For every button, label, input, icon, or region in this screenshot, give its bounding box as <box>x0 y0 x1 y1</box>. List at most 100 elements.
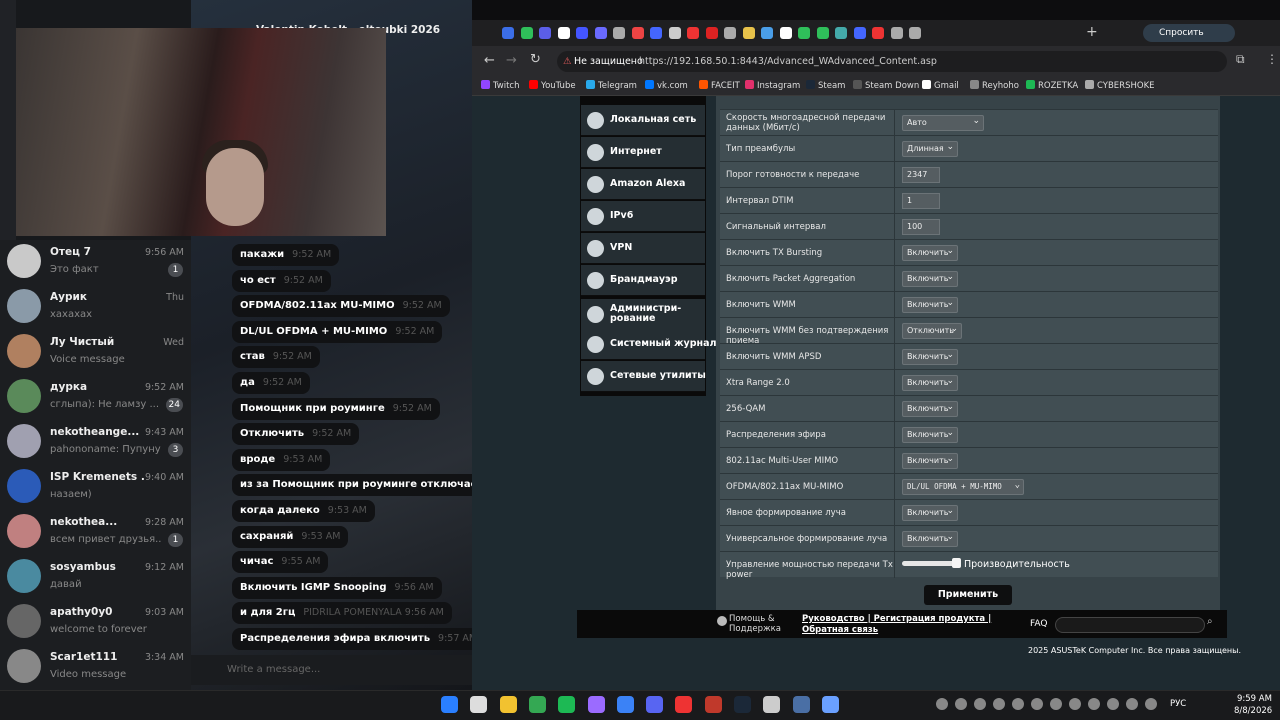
router-menu-item[interactable]: IPv6 <box>581 201 705 232</box>
chat-message[interactable]: DL/UL OFDMA + MU-MIMO 9:52 AM <box>232 320 443 343</box>
bookmark-item[interactable]: Twitch <box>481 80 520 91</box>
bookmark-item[interactable]: Instagram <box>745 80 800 91</box>
router-menu-item[interactable]: Интернет <box>581 137 705 168</box>
help-link[interactable]: Помощь & Поддержка <box>729 614 781 634</box>
chat-item[interactable]: Лу Чистый Voice message Wed <box>0 330 191 375</box>
chat-message[interactable]: Помощник при роуминге 9:52 AM <box>232 397 440 420</box>
bookmark-item[interactable]: vk.com <box>645 80 688 91</box>
setting-select[interactable]: DL/UL OFDMA + MU-MIMO <box>902 478 1024 495</box>
tray-icon[interactable] <box>1107 698 1119 710</box>
chat-message[interactable]: когда далеко 9:53 AM <box>232 500 375 522</box>
chat-message[interactable]: вроде 9:53 AM <box>232 448 331 471</box>
bookmark-item[interactable]: Reyhoho <box>970 80 1019 91</box>
tray-icon[interactable] <box>1069 698 1081 710</box>
chat-item[interactable]: Scar1et111 Video message 3:34 AM <box>0 645 191 690</box>
browser-tab-icon[interactable] <box>779 27 792 39</box>
setting-input[interactable]: 2347 <box>902 167 940 183</box>
tx-power-slider-knob[interactable] <box>952 558 961 568</box>
browser-tab-icon[interactable] <box>761 27 773 39</box>
not-secure-label[interactable]: Не защищено <box>574 51 643 72</box>
setting-select[interactable]: Длинная <box>902 140 958 157</box>
setting-select[interactable]: Включить <box>902 426 958 443</box>
cube-app-icon[interactable] <box>704 696 722 713</box>
browser-tab-icon[interactable] <box>724 27 736 39</box>
chat-message[interactable]: OFDMA/802.11ax MU-MIMO 9:52 AM <box>232 295 450 318</box>
search-button[interactable] <box>470 696 488 713</box>
forward-icon[interactable]: → <box>506 53 517 68</box>
setting-select[interactable]: Отключить <box>902 322 962 339</box>
router-menu-item[interactable]: Администри- рование <box>581 299 705 330</box>
message-input[interactable]: Write a message... <box>191 655 472 685</box>
tray-icon[interactable] <box>1031 698 1043 710</box>
tray-icon[interactable] <box>1012 698 1024 710</box>
chat-message[interactable]: чо ест 9:52 AM <box>232 269 331 292</box>
setting-select[interactable]: Включить <box>902 296 958 313</box>
browser-tab-icon[interactable] <box>798 27 810 39</box>
steam-icon[interactable] <box>734 696 751 713</box>
bookmark-item[interactable]: Telegram <box>586 80 637 91</box>
chat-message[interactable]: Распределения эфира включить 9:57 AM <box>232 628 486 650</box>
tray-icon[interactable] <box>1145 698 1157 710</box>
browser-tab-icon[interactable] <box>890 27 903 39</box>
bookmark-item[interactable]: Gmail <box>922 80 959 91</box>
input-language[interactable]: РУС <box>1170 699 1186 709</box>
browser-tab-icon[interactable] <box>520 27 533 39</box>
url-bar[interactable]: ⚠ Не защищено https://192.168.50.1:8443/… <box>557 51 1227 72</box>
chat-item[interactable]: Аурик хахахах Thu <box>0 285 191 330</box>
notepad-icon[interactable] <box>821 696 839 713</box>
chat-message[interactable]: и для 2гц PIDRILA POMENYALA 9:56 AM <box>232 602 452 625</box>
new-tab-icon[interactable]: + <box>1086 24 1098 40</box>
back-icon[interactable]: ← <box>484 53 495 68</box>
browser-tab-icon[interactable] <box>502 27 514 39</box>
chat-message[interactable]: чичас 9:55 AM <box>232 551 329 574</box>
bookmark-item[interactable]: ROZETKA <box>1026 80 1078 91</box>
tray-icon[interactable] <box>955 698 967 710</box>
chrome-canary-icon[interactable] <box>528 696 546 713</box>
clock-date[interactable]: 8/8/2026 <box>1234 706 1272 716</box>
setting-select[interactable]: Включить <box>902 504 958 521</box>
setting-select[interactable]: Включить <box>902 348 958 365</box>
extensions-icon[interactable]: ⧉ <box>1236 52 1245 67</box>
gemini-button[interactable]: Спросить Gemini <box>1143 24 1235 56</box>
chat-item[interactable]: sosyambus давай 9:12 AM <box>0 555 191 600</box>
bookmark-item[interactable]: FACEIT <box>699 80 740 91</box>
chat-message[interactable]: да 9:52 AM <box>232 372 310 394</box>
setting-select[interactable]: Авто <box>902 114 984 131</box>
setting-select[interactable]: Включить <box>902 530 958 547</box>
tray-icon[interactable] <box>993 698 1005 710</box>
start-button[interactable] <box>441 696 458 713</box>
apply-button[interactable]: Применить <box>924 585 1012 605</box>
menu-icon[interactable]: ⋮ <box>1266 52 1278 66</box>
setting-select[interactable]: Включить <box>902 374 958 391</box>
bookmark-item[interactable]: YouTube <box>529 80 576 91</box>
setting-select[interactable]: Включить <box>902 270 958 287</box>
tray-icon[interactable] <box>974 698 986 710</box>
spotify-icon[interactable] <box>558 696 576 713</box>
browser-tab-icon[interactable] <box>872 27 884 39</box>
browser-tab-icon[interactable] <box>557 27 570 39</box>
discord-icon[interactable] <box>646 696 664 713</box>
faq-search-input[interactable] <box>1055 617 1205 633</box>
tray-icon[interactable] <box>1126 698 1138 710</box>
chat-message[interactable]: из за Помощник при роуминге отключает <box>232 474 492 497</box>
bookmark-item[interactable]: CYBERSHOKE <box>1085 80 1155 91</box>
browser-tab-icon[interactable] <box>631 27 644 39</box>
browser-tab-icon[interactable] <box>705 27 718 39</box>
browser-tab-icon[interactable] <box>816 27 829 39</box>
router-menu-item[interactable]: Локальная сеть <box>581 105 705 136</box>
chat-item[interactable]: дурка сглыпа): Не ламзу ... 9:52 AM 24 <box>0 375 191 420</box>
chat-message[interactable]: сахраняй 9:53 AM <box>232 525 349 548</box>
browser-tab-icon[interactable] <box>687 27 699 39</box>
browser-tab-icon[interactable] <box>668 27 681 39</box>
setting-select[interactable]: Включить <box>902 400 958 417</box>
router-menu-item[interactable]: Брандмауэр <box>581 265 705 296</box>
browser-tab-icon[interactable] <box>576 27 588 39</box>
setting-select[interactable]: Включить <box>902 244 958 261</box>
footer-links[interactable]: Руководство | Регистрация продукта | Обр… <box>802 614 1014 636</box>
setting-select[interactable]: Включить <box>902 452 958 469</box>
file-explorer-icon[interactable] <box>499 696 517 713</box>
browser-tab-icon[interactable] <box>835 27 847 39</box>
url-text[interactable]: https://192.168.50.1:8443/Advanced_WAdva… <box>639 51 937 72</box>
browser-tab-icon[interactable] <box>613 27 625 39</box>
chat-item[interactable]: nekotheange... pahononame: Пупуну 9:43 AM 3 <box>0 420 191 465</box>
